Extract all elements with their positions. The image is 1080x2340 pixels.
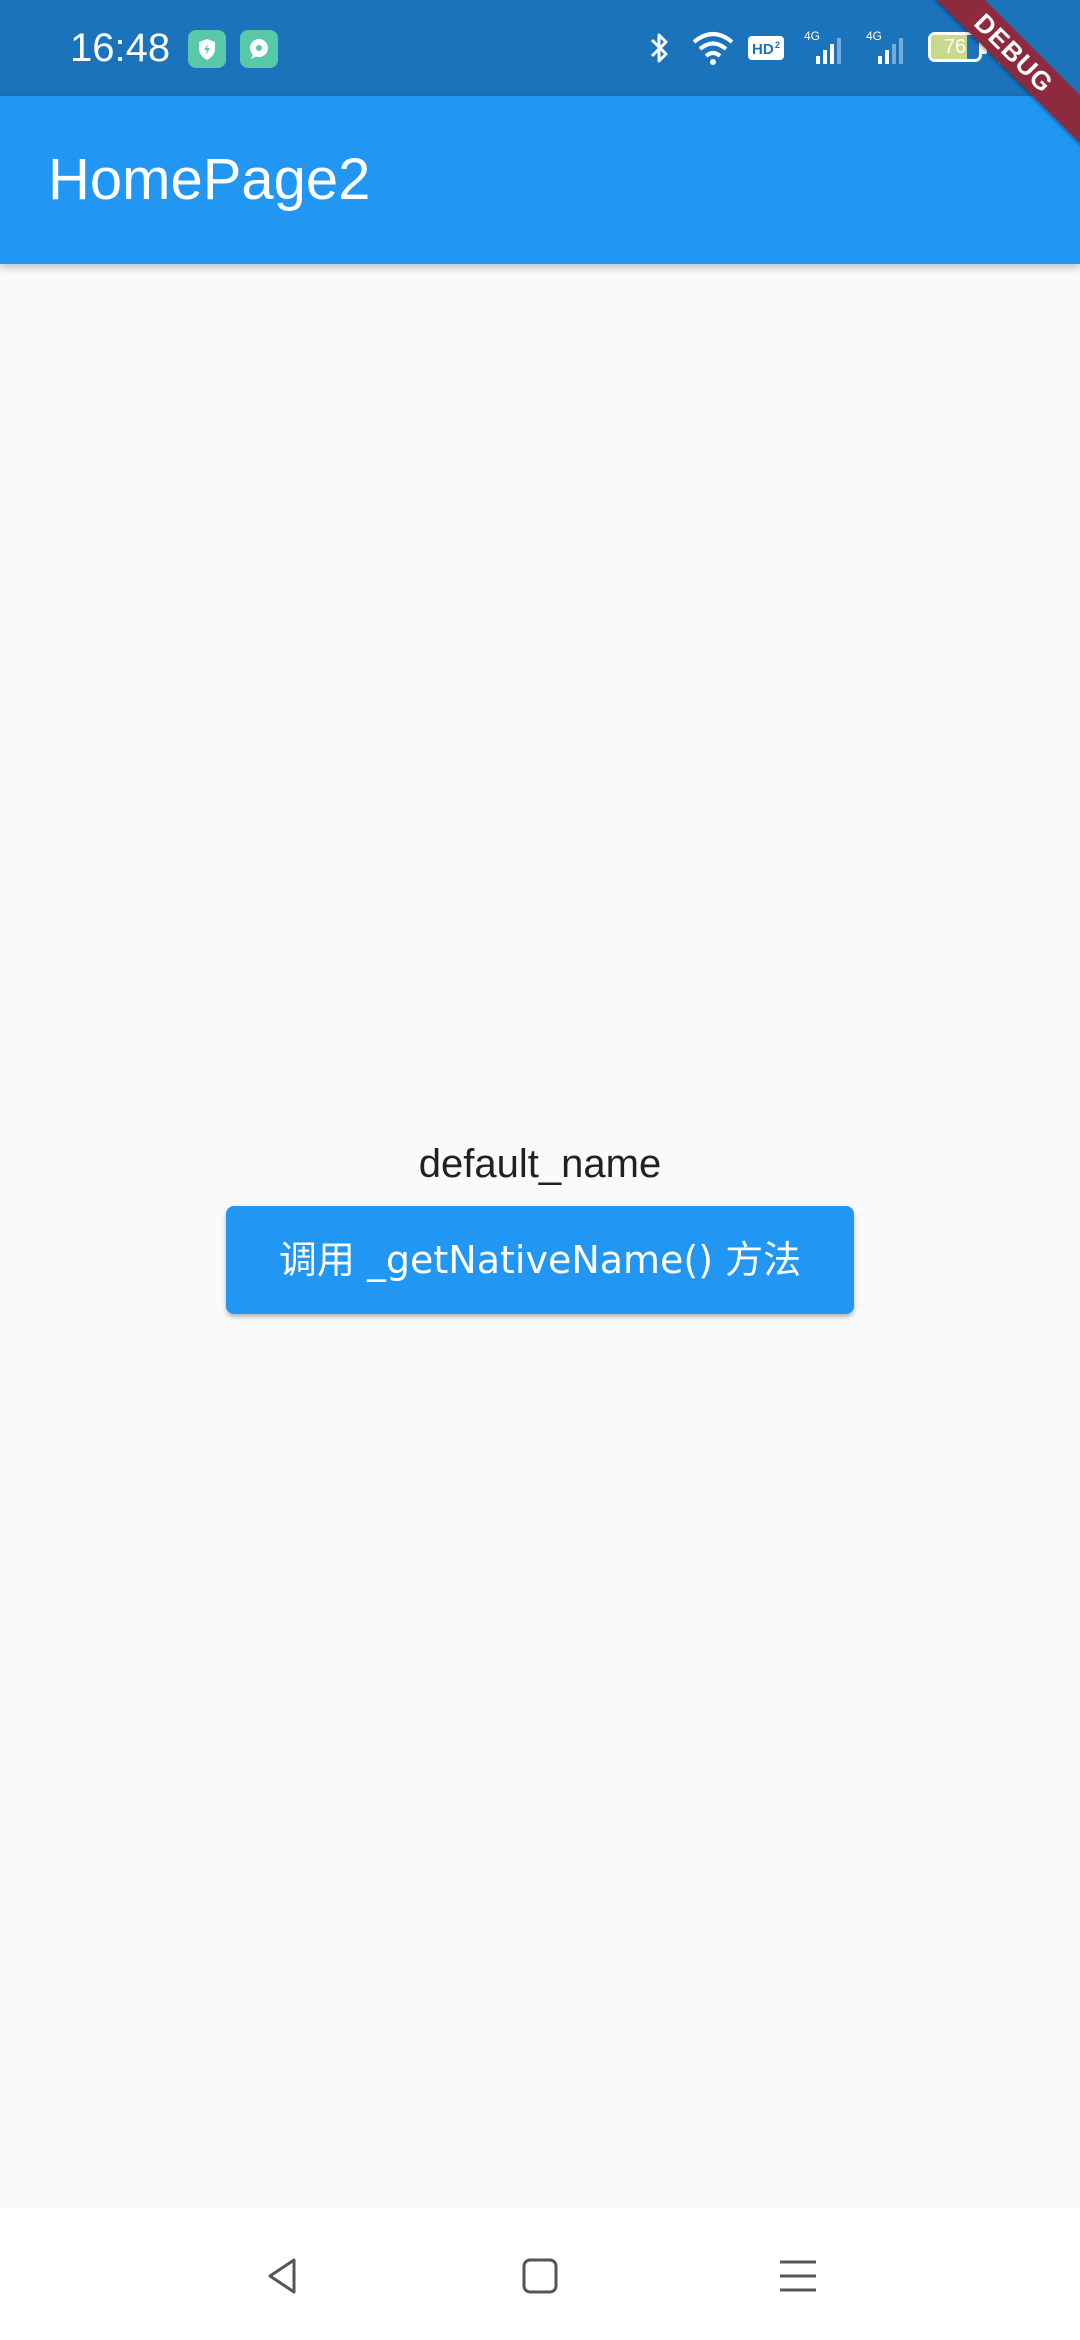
app-screen: 16:48 HD 2 4G 4G 76 HomePage2 DEBUG defa…	[0, 0, 1080, 2340]
battery-level: 76	[943, 36, 967, 58]
bluetooth-icon	[646, 28, 674, 68]
hd-voice-icon: HD 2	[746, 28, 786, 68]
back-icon[interactable]	[254, 2248, 310, 2304]
status-time: 16:48	[70, 26, 171, 70]
svg-text:4G: 4G	[804, 29, 820, 43]
page-title: HomePage2	[48, 147, 371, 212]
signal-4g-icon: 4G	[802, 28, 852, 68]
svg-text:2: 2	[775, 40, 780, 50]
shield-app-icon	[188, 30, 226, 68]
svg-text:4G: 4G	[866, 29, 882, 43]
navigation-bar	[0, 2208, 1080, 2340]
status-bar: 16:48 HD 2 4G 4G 76	[0, 0, 1080, 96]
chat-app-icon	[240, 30, 278, 68]
signal-4g-icon: 4G	[864, 28, 914, 68]
svg-text:HD: HD	[752, 41, 774, 58]
native-name-text: default_name	[418, 1142, 662, 1186]
home-icon[interactable]	[512, 2248, 568, 2304]
wifi-icon	[690, 28, 736, 68]
app-bar: HomePage2	[0, 96, 1080, 264]
menu-icon[interactable]	[770, 2248, 826, 2304]
get-native-name-button[interactable]: 调用 _getNativeName() 方法	[226, 1206, 854, 1314]
